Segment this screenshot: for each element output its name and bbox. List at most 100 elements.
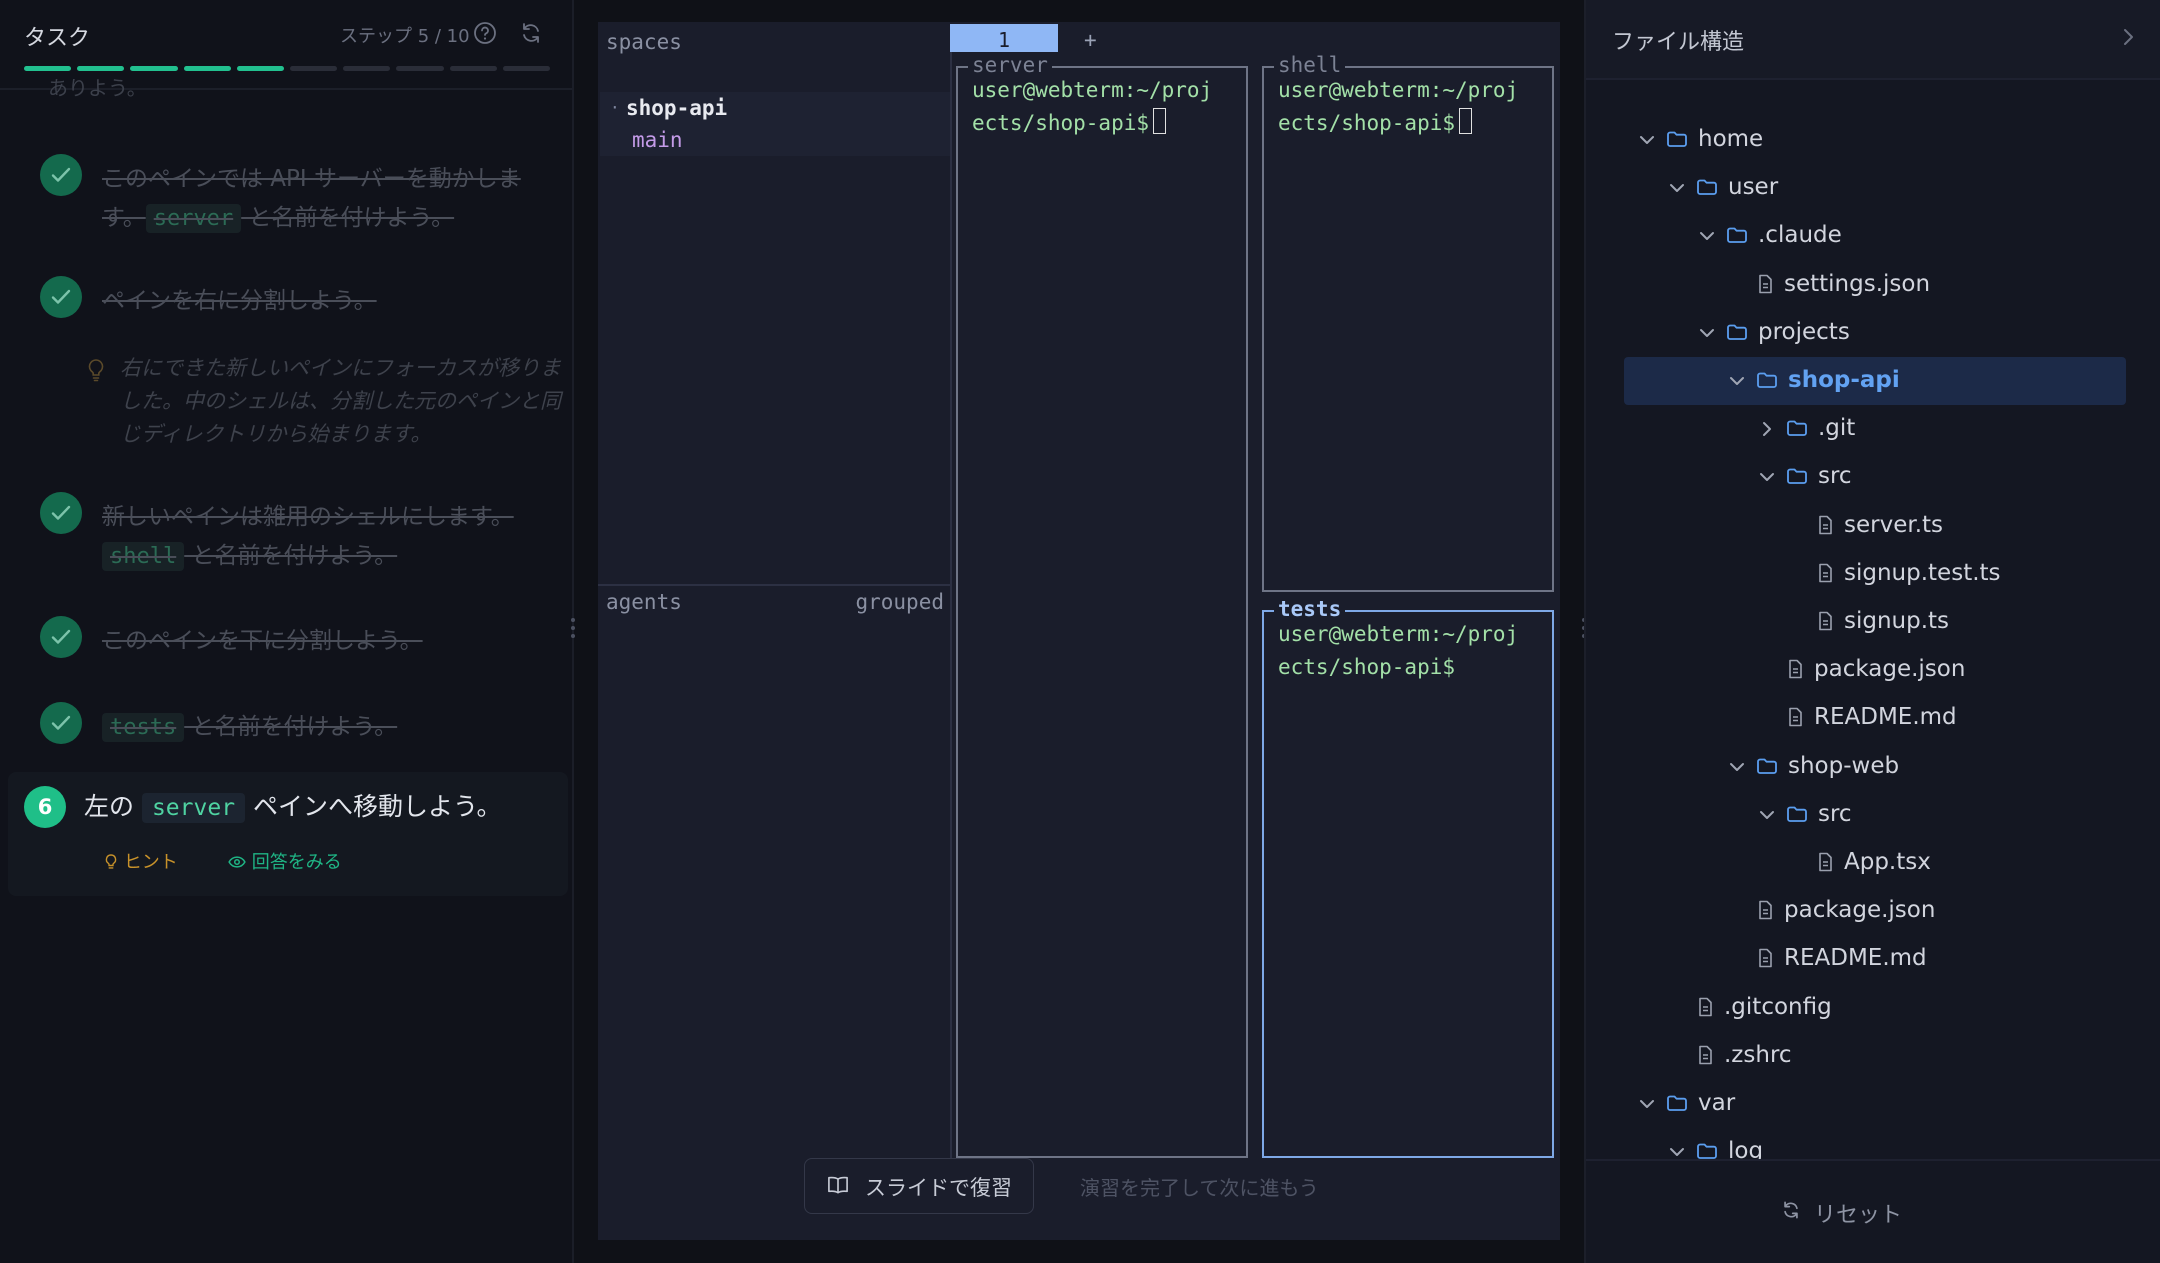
task-text-prefix: 新しいペインは雑用のシェルにします。 — [102, 504, 514, 530]
tree-file[interactable]: package.json — [1624, 646, 2126, 694]
terminal-area[interactable]: spaces · shop-api main agents grouped 1 … — [598, 22, 1560, 1240]
tree-folder[interactable]: user — [1624, 164, 2126, 212]
chevron-down-icon[interactable] — [1758, 806, 1776, 824]
tree-item-label: shop-api — [1788, 367, 1900, 393]
chevron-down-icon[interactable] — [1728, 758, 1746, 776]
refresh-icon[interactable] — [518, 20, 544, 46]
hint-button-label: ヒント — [123, 852, 178, 873]
progress-segment — [396, 66, 444, 71]
chevron-down-icon[interactable] — [1638, 131, 1656, 149]
reset-label: リセット — [1814, 1203, 1903, 1228]
left-resize-handle[interactable] — [571, 618, 575, 648]
window-tab-1[interactable]: 1 — [950, 24, 1058, 52]
new-window-button[interactable]: + — [1084, 24, 1097, 56]
folder-icon — [1787, 468, 1807, 484]
chevron-down-icon[interactable] — [1668, 179, 1686, 197]
progress-segment — [449, 66, 497, 71]
tree-folder[interactable]: src — [1624, 453, 2126, 501]
tree-folder[interactable]: .claude — [1624, 212, 2126, 260]
tree-file[interactable]: .zshrc — [1624, 1032, 2126, 1080]
tree-file[interactable]: server.ts — [1624, 502, 2126, 550]
terminal-cursor — [1459, 108, 1473, 134]
tree-item-label: README.md — [1814, 704, 1957, 730]
task-panel-title: タスク — [24, 26, 91, 51]
tree-file[interactable]: settings.json — [1624, 261, 2126, 309]
pane-server[interactable]: server user@webterm:~/proj ects/shop-api… — [956, 52, 1248, 1158]
tree-folder[interactable]: shop-web — [1624, 743, 2126, 791]
chevron-down-icon[interactable] — [1728, 372, 1746, 390]
book-icon — [828, 1176, 848, 1194]
review-slides-button[interactable]: スライドで復習 — [804, 1158, 1034, 1214]
tree-file[interactable]: README.md — [1624, 694, 2126, 742]
review-slides-label: スライドで復習 — [865, 1176, 1012, 1200]
current-task-chip: server — [141, 793, 246, 823]
step-counter: ステップ 5 / 10 — [340, 26, 470, 47]
prompt-line-2: ects/shop-api$ — [972, 111, 1150, 135]
file-icon — [1819, 515, 1832, 535]
prompt-line-1: user@webterm:~/proj — [1278, 78, 1519, 102]
chevron-down-icon[interactable] — [1698, 324, 1716, 342]
space-bullet: · — [610, 98, 620, 117]
file-icon — [1819, 611, 1832, 631]
tree-folder[interactable]: src — [1624, 791, 2126, 839]
file-icon — [1819, 852, 1832, 872]
tree-item-label: .git — [1818, 415, 1856, 441]
agents-divider — [598, 584, 950, 586]
completed-task-text: このペインを下に分割しよう。 — [102, 622, 542, 661]
chevron-right-icon[interactable] — [1758, 420, 1776, 438]
chevron-down-icon[interactable] — [1758, 468, 1776, 486]
tree-file[interactable]: signup.test.ts — [1624, 550, 2126, 598]
space-name[interactable]: shop-api — [626, 96, 727, 120]
tree-file[interactable]: App.tsx — [1624, 839, 2126, 887]
lightbulb-icon — [105, 854, 117, 869]
completed-task-text: このペインでは API サーバーを動かします。 server と名前を付けよう。 — [102, 160, 542, 238]
pane-shell[interactable]: shell user@webterm:~/proj ects/shop-api$ — [1262, 52, 1554, 592]
chevron-down-icon[interactable] — [1668, 1143, 1686, 1160]
check-icon — [40, 276, 82, 318]
folder-icon — [1727, 324, 1747, 340]
tree-folder[interactable]: projects — [1624, 309, 2126, 357]
tree-folder[interactable]: home — [1624, 116, 2126, 164]
tree-item-label: shop-web — [1788, 753, 1900, 779]
tree-folder[interactable]: .git — [1624, 405, 2126, 453]
tree-file[interactable]: signup.ts — [1624, 598, 2126, 646]
task-panel: タスク ステップ 5 / 10 ありよう。 このペインでは API サーバーを動… — [0, 0, 574, 1263]
reset-button[interactable]: リセット — [1784, 1197, 1903, 1229]
tree-item-label: src — [1818, 801, 1852, 827]
tree-item-label: README.md — [1784, 945, 1927, 971]
task-text-chip: shell — [102, 542, 185, 571]
tree-folder[interactable]: log — [1624, 1128, 2126, 1160]
task-text-suffix: と名前を付けよう。 — [241, 205, 455, 231]
chevron-right-icon[interactable] — [2120, 26, 2136, 48]
tree-file[interactable]: package.json — [1624, 887, 2126, 935]
file-icon — [1759, 948, 1772, 968]
hint-button[interactable]: ヒント — [104, 848, 178, 874]
tree-item-label: App.tsx — [1844, 849, 1931, 875]
tree-folder[interactable]: shop-api — [1624, 357, 2126, 405]
chevron-down-icon[interactable] — [1638, 1095, 1656, 1113]
file-icon — [1759, 274, 1772, 294]
show-answer-button[interactable]: 回答をみる — [228, 848, 342, 874]
lightbulb-icon — [88, 359, 104, 382]
pane-tests[interactable]: tests user@webterm:~/proj ects/shop-api$ — [1262, 596, 1554, 1158]
file-tree-title: ファイル構造 — [1612, 30, 1745, 55]
progress-segment — [130, 66, 178, 71]
tree-item-label: .zshrc — [1724, 1042, 1792, 1068]
tree-item-label: .gitconfig — [1724, 994, 1832, 1020]
prompt-line-1: user@webterm:~/proj — [972, 78, 1213, 102]
prompt-line-2: ects/shop-api$ — [1278, 655, 1456, 679]
tree-item-label: var — [1698, 1090, 1736, 1116]
check-icon — [40, 702, 82, 744]
file-icon — [1819, 563, 1832, 583]
spaces-label: spaces — [606, 30, 682, 54]
tree-file[interactable]: .gitconfig — [1624, 984, 2126, 1032]
task-text-suffix: と名前を付けよう。 — [184, 543, 398, 569]
tree-item-label: .claude — [1758, 222, 1842, 248]
chevron-down-icon[interactable] — [1698, 227, 1716, 245]
tree-file[interactable]: README.md — [1624, 935, 2126, 983]
file-tree-footer: リセット — [1586, 1159, 2160, 1263]
help-icon[interactable] — [472, 20, 498, 46]
hint-text: 右にできた新しいペインにフォーカスが移りました。中のシェルは、分割した元のペイン… — [120, 356, 561, 446]
folder-icon — [1787, 806, 1807, 822]
tree-folder[interactable]: var — [1624, 1080, 2126, 1128]
